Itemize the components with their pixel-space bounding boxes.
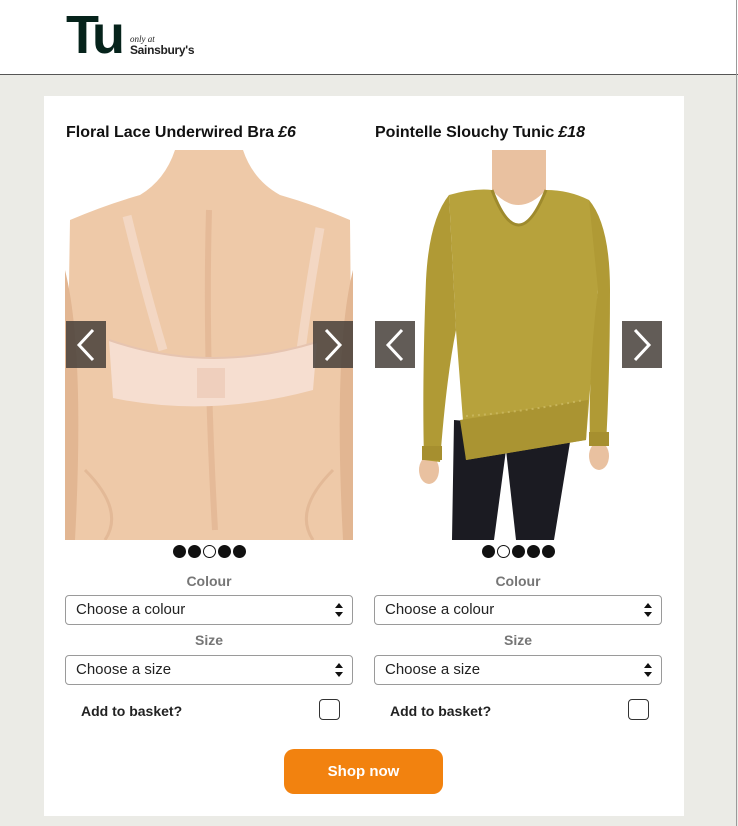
chevron-right-icon [324, 328, 343, 361]
colour-label: Colour [495, 573, 541, 589]
tu-sainsburys-logo[interactable]: Tu only at Sainsbury's [66, 5, 195, 65]
select-caret-icon [644, 663, 652, 677]
carousel-next-button[interactable] [313, 321, 353, 368]
product-title: Pointelle Slouchy Tunic £18 [375, 124, 585, 142]
product-image-tunic [374, 150, 662, 540]
logo-mark: Tu [66, 5, 125, 65]
colour-select[interactable]: Choose a colour [65, 595, 353, 625]
add-to-basket-label: Add to basket? [390, 703, 492, 719]
carousel-dot[interactable] [511, 545, 525, 558]
carousel-dots [374, 545, 662, 558]
product-name: Floral Lace Underwired Bra [66, 124, 275, 141]
carousel-prev-button[interactable] [66, 321, 106, 368]
carousel-dot-active[interactable] [496, 545, 510, 558]
size-select[interactable]: Choose a size [374, 655, 662, 685]
carousel-dots [65, 545, 353, 558]
carousel-dot[interactable] [187, 545, 201, 558]
carousel-dot[interactable] [232, 545, 246, 558]
add-to-basket-checkbox[interactable] [628, 699, 649, 720]
product-panel: Floral Lace Underwired Bra £6 Colour Cho… [44, 96, 684, 816]
product-price: £18 [558, 124, 585, 141]
carousel-dot[interactable] [541, 545, 555, 558]
colour-label: Colour [186, 573, 232, 589]
colour-select-value: Choose a colour [385, 601, 495, 618]
bra-back-photo-icon [65, 150, 353, 540]
chevron-left-icon [385, 328, 404, 361]
tunic-model-photo-icon [374, 150, 662, 540]
colour-select-value: Choose a colour [76, 601, 186, 618]
carousel-dot[interactable] [526, 545, 540, 558]
add-to-basket-label: Add to basket? [81, 703, 183, 719]
carousel-dot-active[interactable] [202, 545, 216, 558]
logo-tagline: only at Sainsbury's [129, 35, 195, 57]
size-select-value: Choose a size [76, 661, 172, 678]
select-caret-icon [335, 603, 343, 617]
add-to-basket-checkbox[interactable] [319, 699, 340, 720]
select-caret-icon [335, 663, 343, 677]
product-price: £6 [278, 124, 296, 141]
chevron-left-icon [76, 328, 95, 361]
size-label: Size [194, 632, 223, 648]
carousel-dot[interactable] [481, 545, 495, 558]
product-image-bra [65, 150, 353, 540]
carousel-prev-button[interactable] [375, 321, 415, 368]
carousel-next-button[interactable] [622, 321, 662, 368]
product-title: Floral Lace Underwired Bra £6 [66, 124, 296, 142]
size-select-value: Choose a size [385, 661, 481, 678]
size-label: Size [503, 632, 532, 648]
size-select[interactable]: Choose a size [65, 655, 353, 685]
page-edge [736, 0, 737, 826]
logo-store: Sainsbury's [129, 43, 195, 57]
carousel-dot[interactable] [217, 545, 231, 558]
carousel-dot[interactable] [172, 545, 186, 558]
select-caret-icon [644, 603, 652, 617]
header-bar: Tu only at Sainsbury's [0, 0, 738, 75]
colour-select[interactable]: Choose a colour [374, 595, 662, 625]
product-name: Pointelle Slouchy Tunic [375, 124, 555, 141]
shop-now-button[interactable]: Shop now [284, 749, 443, 794]
chevron-right-icon [633, 328, 652, 361]
